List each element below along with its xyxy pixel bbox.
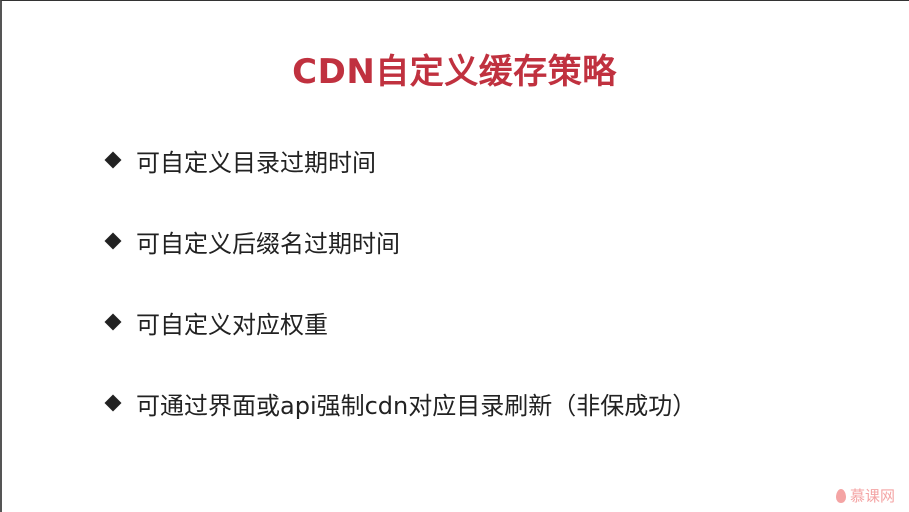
watermark-logo: 慕课网 bbox=[835, 485, 895, 506]
bullet-text: 可自定义后缀名过期时间 bbox=[136, 229, 400, 258]
bullet-item: 可通过界面或api强制cdn对应目录刷新（非保成功） bbox=[104, 383, 696, 423]
slide-title: CDN自定义缓存策略 bbox=[292, 52, 617, 92]
diamond-bullet-icon bbox=[104, 232, 122, 250]
bullet-item: 可自定义目录过期时间 bbox=[104, 140, 696, 180]
bullet-text: 可自定义对应权重 bbox=[136, 310, 328, 339]
diamond-bullet-icon bbox=[104, 394, 122, 412]
diamond-bullet-icon bbox=[104, 151, 122, 169]
bullet-item: 可自定义对应权重 bbox=[104, 302, 696, 342]
bullet-item: 可自定义后缀名过期时间 bbox=[104, 221, 696, 261]
flame-icon bbox=[835, 488, 846, 503]
bullet-text: 可自定义目录过期时间 bbox=[136, 148, 376, 177]
bullet-text: 可通过界面或api强制cdn对应目录刷新（非保成功） bbox=[136, 391, 697, 420]
watermark-text: 慕课网 bbox=[849, 487, 895, 505]
diamond-bullet-icon bbox=[104, 313, 122, 331]
bullet-list: 可自定义目录过期时间 可自定义后缀名过期时间 可自定义对应权重 可通过界面或ap… bbox=[104, 140, 696, 464]
